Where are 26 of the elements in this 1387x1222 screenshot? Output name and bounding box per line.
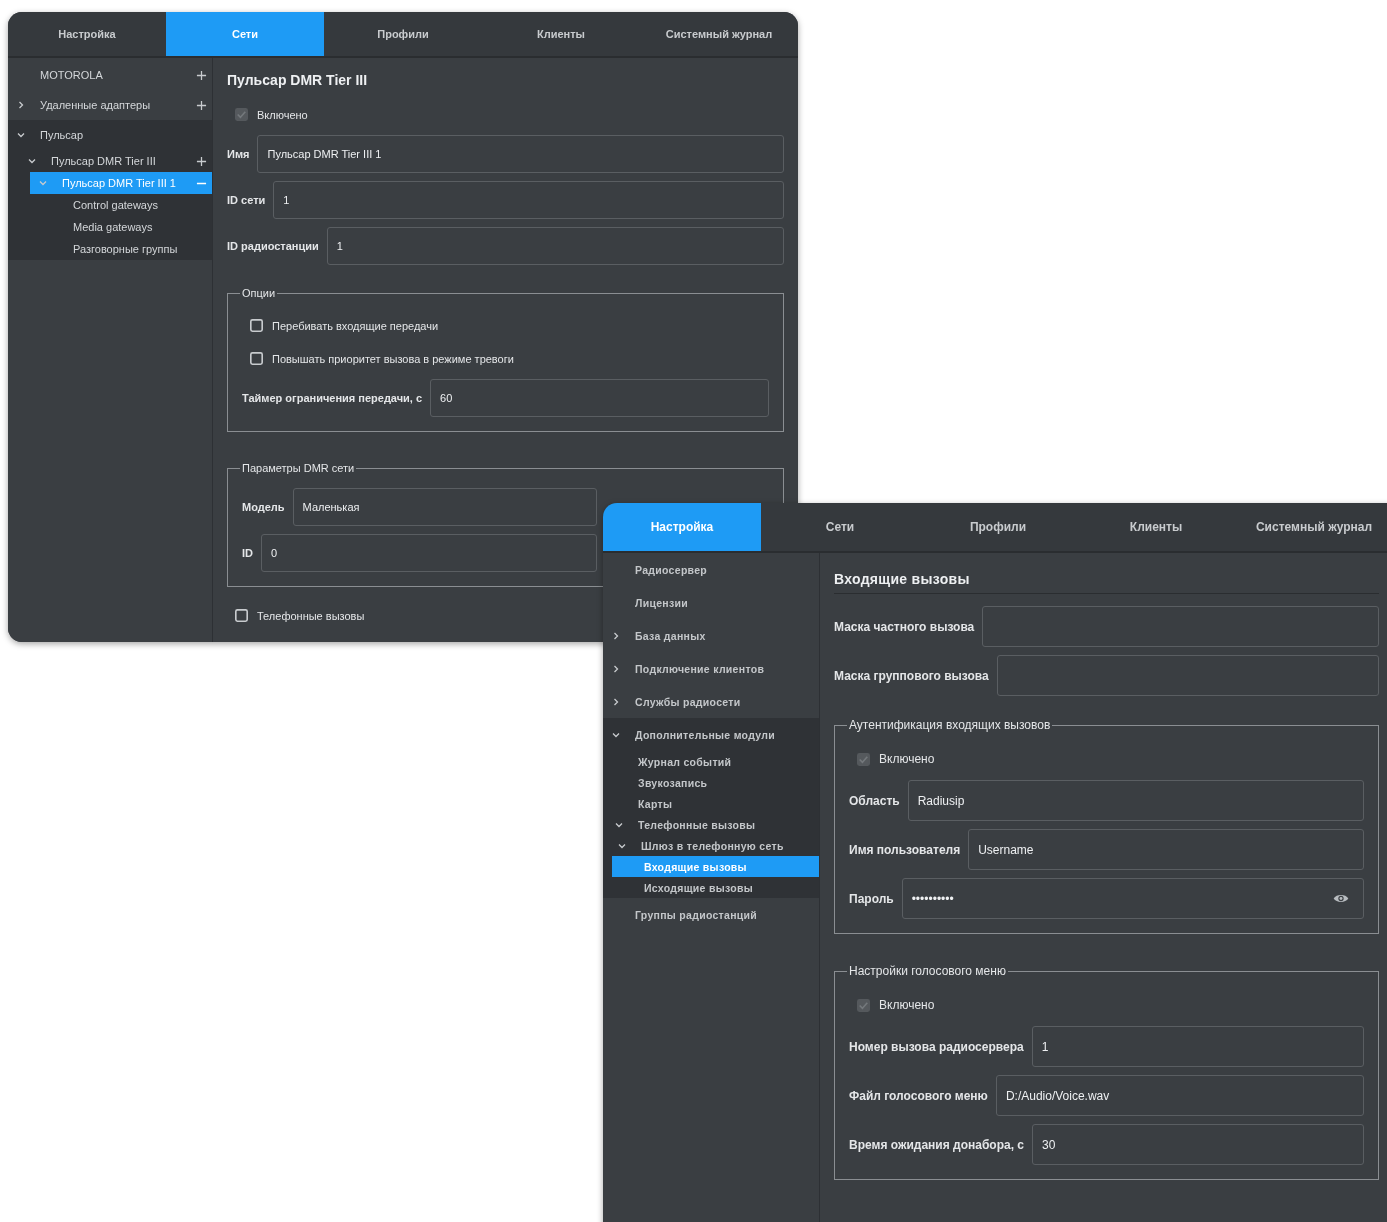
field-label: Имя пользователя bbox=[849, 842, 961, 857]
checkbox-label: Включено bbox=[879, 752, 935, 766]
field-label: Время ожидания донабора, с bbox=[849, 1137, 1024, 1152]
field-label: ID bbox=[242, 547, 253, 559]
field-label: Файл голосового меню bbox=[849, 1088, 988, 1103]
checkbox-label: Включено bbox=[879, 998, 935, 1012]
field-label: Маска частного вызова bbox=[834, 619, 975, 634]
field-label: Имя bbox=[227, 148, 250, 160]
section-title: Входящие вызовы bbox=[834, 571, 1379, 594]
field-label: Пароль bbox=[849, 891, 894, 906]
field-label: Таймер ограничения передачи, с bbox=[242, 392, 423, 404]
checkbox-label: Повышать приоритет вызова в режиме тревоги bbox=[272, 352, 514, 365]
checkbox-label: Включено bbox=[257, 108, 308, 121]
section-title: Пульсар DMR Tier III bbox=[227, 72, 369, 88]
fieldset-legend: Аутентификация входящих вызовов bbox=[847, 718, 1053, 732]
fieldset-legend: Настройки голосового меню bbox=[847, 964, 1008, 978]
field-label: ID сети bbox=[227, 194, 266, 206]
field-label: ID радиостанции bbox=[227, 240, 319, 252]
fieldset-legend: Параметры DMR сети bbox=[240, 462, 357, 474]
field-label: Номер вызова радиосервера bbox=[849, 1039, 1024, 1054]
checkbox-label: Телефонные вызовы bbox=[257, 609, 365, 622]
field-label: Маска группового вызова bbox=[834, 668, 989, 683]
field-label: Область bbox=[849, 793, 900, 808]
field-label: Модель bbox=[242, 501, 285, 513]
fieldset-legend: Опции bbox=[240, 287, 278, 299]
checkbox-label: Перебивать входящие передачи bbox=[272, 319, 439, 332]
